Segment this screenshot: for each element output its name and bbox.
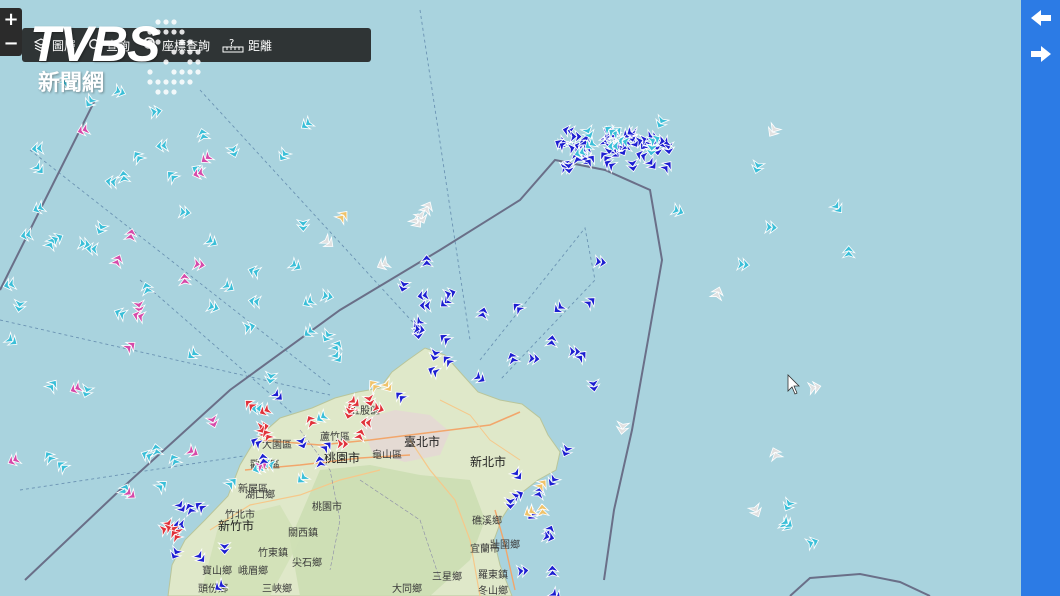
back-button[interactable] xyxy=(1021,0,1060,36)
ruler-icon: ? xyxy=(222,38,244,53)
place-label: 寶山鄉 xyxy=(202,564,232,577)
place-label: 龜山區 xyxy=(372,448,402,461)
toolbar-distance-button[interactable]: ? 距離 xyxy=(222,37,272,54)
zoom-control: + − xyxy=(0,8,22,56)
place-label: 羅東鎮 xyxy=(478,568,508,581)
place-label: 桃園市 xyxy=(312,500,342,513)
zoom-out-button[interactable]: − xyxy=(0,32,22,56)
place-label: 桃園市 xyxy=(324,450,360,465)
forward-button[interactable] xyxy=(1021,36,1060,72)
place-label: 竹北市 xyxy=(225,508,255,521)
place-label: 大同鄉 xyxy=(392,582,422,595)
place-label: 三峽鄉 xyxy=(262,582,292,595)
place-label: 關西鎮 xyxy=(288,526,318,539)
toolbar-distance-label: 距離 xyxy=(248,38,273,53)
place-label: 冬山鄉 xyxy=(478,584,508,596)
zoom-in-button[interactable]: + xyxy=(0,8,22,32)
place-label: 峨眉鄉 xyxy=(238,564,268,577)
place-label: 三星鄉 xyxy=(432,570,462,583)
place-label: 尖石鄉 xyxy=(292,556,322,569)
place-label: 臺北市 xyxy=(404,434,440,449)
place-label: 湖口鄉 xyxy=(245,488,275,501)
right-nav-panel xyxy=(1021,0,1060,596)
back-arrow-icon xyxy=(1030,10,1051,26)
place-label: 壯圍鄉 xyxy=(490,538,520,551)
logo-dot-pattern-icon xyxy=(147,19,201,95)
place-label: 新北市 xyxy=(470,454,506,469)
place-label: 頭份鄉 xyxy=(198,582,228,595)
forward-arrow-icon xyxy=(1030,46,1051,62)
place-label: 竹東鎮 xyxy=(258,546,288,559)
place-label: 礁溪鄉 xyxy=(472,514,502,527)
